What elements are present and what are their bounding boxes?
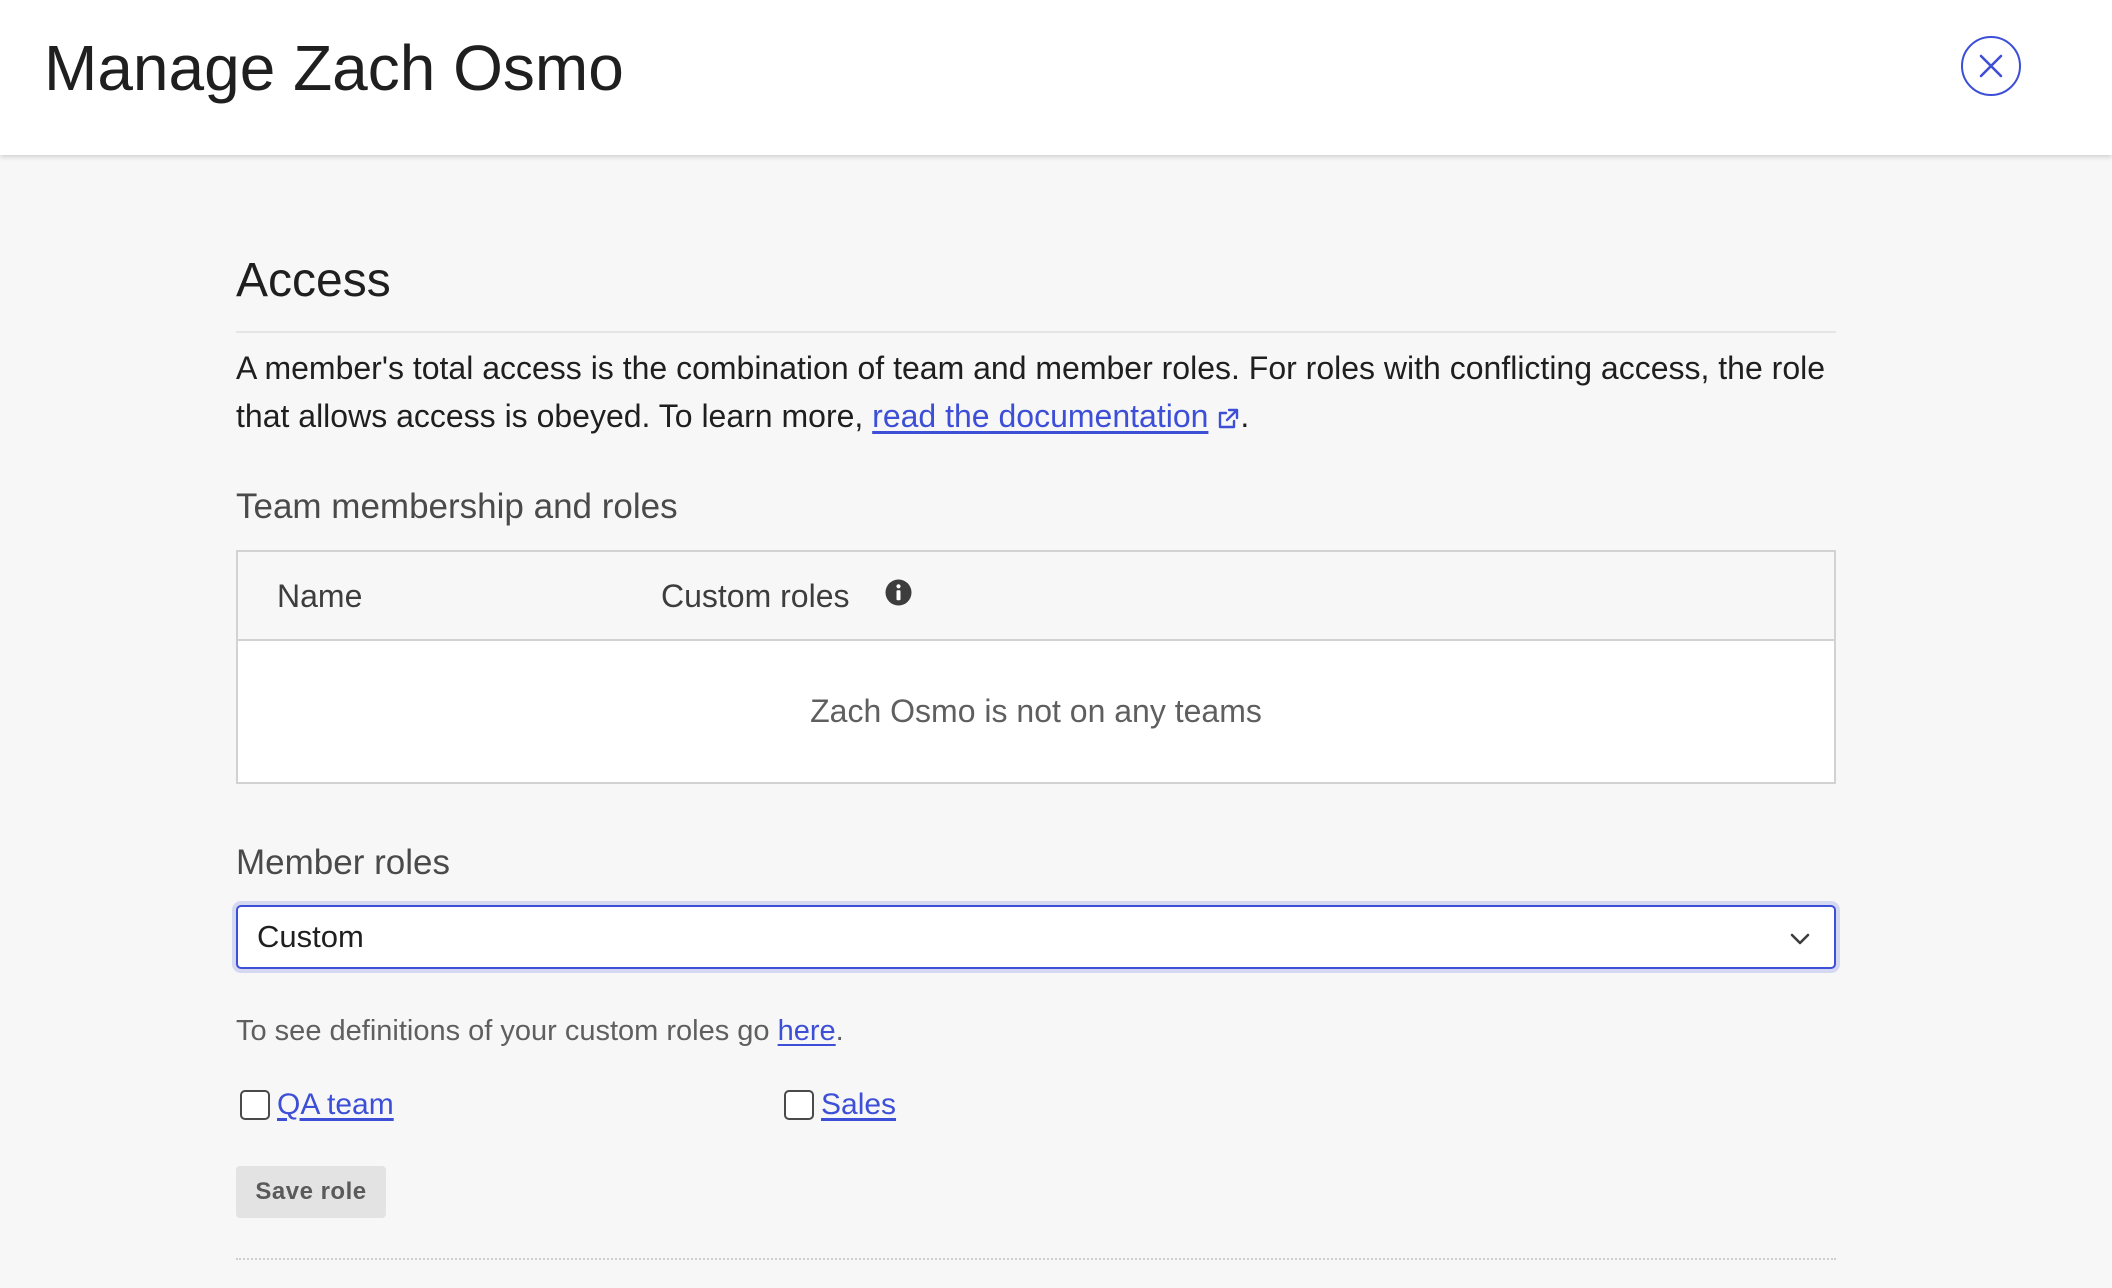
chevron-down-icon <box>1790 933 1810 945</box>
external-link-icon <box>1219 408 1239 429</box>
sales-checkbox[interactable] <box>784 1090 814 1120</box>
custom-roles-help-label: To see definitions of your custom roles … <box>236 1015 778 1047</box>
custom-roles-help-end: . <box>835 1015 844 1047</box>
qa-team-checkbox[interactable] <box>240 1090 270 1120</box>
close-button[interactable] <box>1961 36 2021 96</box>
section-title: Access <box>236 254 391 307</box>
table-header: Name Custom roles <box>238 552 1834 641</box>
column-header-name: Name <box>277 578 363 614</box>
custom-roles-help-text: To see definitions of your custom roles … <box>236 1011 844 1051</box>
custom-roles-definitions-link[interactable]: here <box>778 1015 836 1047</box>
close-icon <box>1979 54 2003 78</box>
info-icon[interactable] <box>885 579 912 606</box>
member-roles-heading: Member roles <box>236 843 450 882</box>
documentation-link-label: read the documentation <box>872 398 1209 434</box>
teams-table: Name Custom roles Zach Osmo is not on an… <box>236 550 1836 784</box>
team-membership-heading: Team membership and roles <box>236 487 678 526</box>
title-divider <box>236 331 1836 333</box>
access-description-end: . <box>1240 398 1250 434</box>
custom-role-option-qa-team: QA team <box>240 1082 394 1128</box>
page-title: Manage Zach Osmo <box>44 32 624 104</box>
bottom-divider <box>236 1258 1836 1260</box>
sales-link[interactable]: Sales <box>821 1083 896 1127</box>
empty-teams-message: Zach Osmo is not on any teams <box>810 693 1262 729</box>
save-role-button[interactable]: Save role <box>236 1166 386 1218</box>
custom-role-option-sales: Sales <box>784 1082 896 1128</box>
member-role-select[interactable]: Custom <box>236 905 1836 969</box>
modal-header: Manage Zach Osmo <box>0 0 2112 155</box>
column-header-custom-roles: Custom roles <box>661 578 850 614</box>
member-role-select-value: Custom <box>257 919 364 954</box>
access-description: A member's total access is the combinati… <box>236 344 1836 440</box>
qa-team-link[interactable]: QA team <box>277 1083 394 1127</box>
documentation-link[interactable]: read the documentation <box>872 398 1240 434</box>
